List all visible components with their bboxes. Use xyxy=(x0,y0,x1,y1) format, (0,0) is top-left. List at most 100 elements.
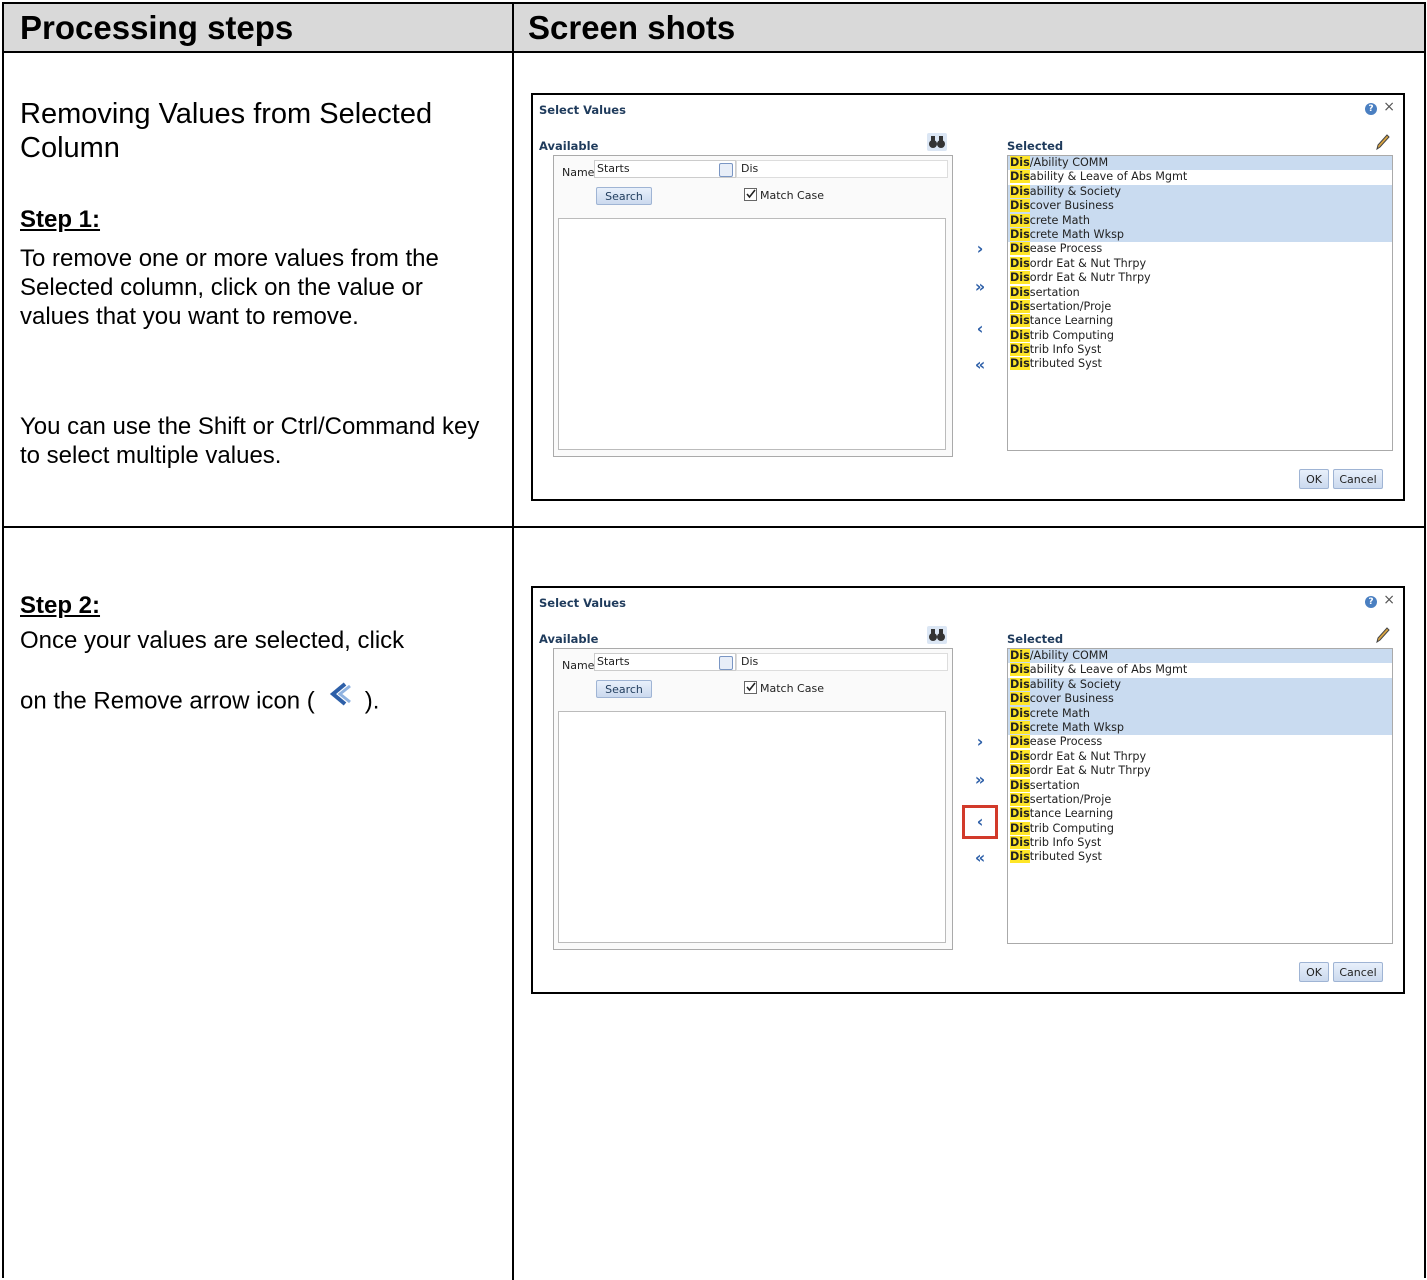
selected-list-item[interactable]: Disability & Leave of Abs Mgmt xyxy=(1008,170,1392,184)
select-values-dialog-1: Select Values ? × Available Selected Nam… xyxy=(531,93,1405,501)
move-all-right-icon[interactable]: » xyxy=(969,277,991,297)
item-label: tance Learning xyxy=(1029,807,1114,821)
chevron-down-icon[interactable] xyxy=(719,163,733,177)
search-button[interactable]: Search xyxy=(596,187,652,205)
available-panel: Name Starts Dis Search Match Case xyxy=(553,155,953,457)
item-label: sertation xyxy=(1029,285,1080,299)
ok-button[interactable]: OK xyxy=(1299,469,1329,489)
match-case-label: Match Case xyxy=(760,189,824,202)
selected-list-item[interactable]: Dissertation xyxy=(1008,778,1392,793)
name-match-select[interactable]: Starts xyxy=(594,160,736,178)
selected-list-item[interactable]: Disease Process xyxy=(1008,242,1392,256)
available-list[interactable] xyxy=(558,711,946,943)
selected-list-item[interactable]: Discover Business xyxy=(1008,199,1392,214)
selected-list[interactable]: Dis/Ability COMM Disability & Leave of Ab… xyxy=(1007,648,1393,944)
selected-list-item[interactable]: Disordr Eat & Nut Thrpy xyxy=(1008,256,1392,271)
selected-list-item[interactable]: Distance Learning xyxy=(1008,314,1392,328)
selected-list-item[interactable]: Distrib Computing xyxy=(1008,328,1392,343)
selected-label: Selected xyxy=(1007,632,1064,646)
name-match-select[interactable]: Starts xyxy=(594,653,736,671)
selected-list-item[interactable]: Disordr Eat & Nutr Thrpy xyxy=(1008,764,1392,778)
remove-icon[interactable]: ‹ xyxy=(969,319,991,339)
column-divider xyxy=(512,4,514,1280)
selected-list-item[interactable]: Dis/Ability COMM xyxy=(1008,649,1392,664)
selected-list-item[interactable]: Discrete Math Wksp xyxy=(1008,720,1392,736)
remove-all-icon[interactable]: « xyxy=(969,848,991,868)
move-right-icon[interactable]: › xyxy=(969,239,991,259)
selected-list-item[interactable]: Dis/Ability COMM xyxy=(1008,156,1392,171)
selected-list-item[interactable]: Disease Process xyxy=(1008,735,1392,749)
move-right-icon[interactable]: › xyxy=(969,732,991,752)
header-screen-shots: Screen shots xyxy=(528,9,736,46)
match-highlight: Dis xyxy=(1010,170,1030,184)
match-highlight: Dis xyxy=(1010,299,1030,313)
item-label: ordr Eat & Nut Thrpy xyxy=(1029,749,1147,763)
remove-all-icon[interactable]: « xyxy=(969,355,991,375)
selected-list-item[interactable]: Disordr Eat & Nutr Thrpy xyxy=(1008,271,1392,285)
selected-label: Selected xyxy=(1007,139,1064,153)
ok-button[interactable]: OK xyxy=(1299,962,1329,982)
available-panel: Name Starts Dis Search Match Case xyxy=(553,648,953,950)
selected-list-item[interactable]: Discover Business xyxy=(1008,692,1392,707)
item-label: cover Business xyxy=(1029,692,1114,706)
selected-list-item[interactable]: Distance Learning xyxy=(1008,807,1392,821)
binoculars-icon[interactable] xyxy=(927,626,947,644)
match-highlight: Dis xyxy=(1010,649,1030,662)
match-highlight: Dis xyxy=(1010,256,1030,270)
close-icon[interactable]: × xyxy=(1383,592,1395,608)
selected-list-item[interactable]: Distributed Syst xyxy=(1008,357,1392,371)
selected-list-item[interactable]: Discrete Math Wksp xyxy=(1008,227,1392,243)
selected-list-item[interactable]: Disability & Society xyxy=(1008,677,1392,693)
item-label: tributed Syst xyxy=(1029,357,1102,371)
available-list[interactable] xyxy=(558,218,946,450)
item-label: ability & Society xyxy=(1029,677,1122,691)
help-icon[interactable]: ? xyxy=(1365,596,1377,608)
match-highlight: Dis xyxy=(1010,213,1030,227)
match-case-checkbox[interactable] xyxy=(744,188,757,201)
match-highlight: Dis xyxy=(1010,242,1030,256)
selected-list-item[interactable]: Distributed Syst xyxy=(1008,850,1392,864)
remove-icon-highlight-box xyxy=(962,805,998,839)
selected-list-item[interactable]: Discrete Math xyxy=(1008,706,1392,721)
close-icon[interactable]: × xyxy=(1383,99,1395,115)
search-input[interactable]: Dis xyxy=(736,160,948,178)
chevron-down-icon[interactable] xyxy=(719,656,733,670)
cancel-button[interactable]: Cancel xyxy=(1333,962,1383,982)
search-button[interactable]: Search xyxy=(596,680,652,698)
selected-list-item[interactable]: Disability & Society xyxy=(1008,184,1392,200)
name-match-value: Starts xyxy=(597,655,630,668)
match-highlight: Dis xyxy=(1010,663,1030,677)
selected-list-item[interactable]: Discrete Math xyxy=(1008,213,1392,228)
selected-list-item[interactable]: Dissertation/Proje xyxy=(1008,299,1392,314)
match-highlight: Dis xyxy=(1010,314,1030,328)
selected-list-item[interactable]: Distrib Info Syst xyxy=(1008,343,1392,357)
search-input[interactable]: Dis xyxy=(736,653,948,671)
item-label: sertation/Proje xyxy=(1029,299,1112,313)
section-title: Removing Values from Selected Column xyxy=(20,98,433,164)
cancel-button[interactable]: Cancel xyxy=(1333,469,1383,489)
selected-list-item[interactable]: Distrib Computing xyxy=(1008,821,1392,836)
item-label: ability & Society xyxy=(1029,184,1122,198)
pencil-icon[interactable] xyxy=(1375,133,1391,151)
selected-list-item[interactable]: Disordr Eat & Nut Thrpy xyxy=(1008,749,1392,764)
binoculars-icon[interactable] xyxy=(927,133,947,151)
match-highlight: Dis xyxy=(1010,285,1030,299)
selected-list-item[interactable]: Dissertation xyxy=(1008,285,1392,300)
selected-list[interactable]: Dis/Ability COMM Disability & Leave of Ab… xyxy=(1007,155,1393,451)
selected-list-item[interactable]: Distrib Info Syst xyxy=(1008,836,1392,850)
pencil-icon[interactable] xyxy=(1375,626,1391,644)
match-highlight: Dis xyxy=(1010,328,1030,342)
dialog-title: Select Values xyxy=(539,596,626,610)
item-label: sertation xyxy=(1029,778,1080,792)
item-label: ability & Leave of Abs Mgmt xyxy=(1029,170,1188,184)
item-label: crete Math Wksp xyxy=(1029,720,1125,734)
move-all-right-icon[interactable]: » xyxy=(969,770,991,790)
selected-list-item[interactable]: Dissertation/Proje xyxy=(1008,792,1392,807)
dialog-title: Select Values xyxy=(539,103,626,117)
match-case-checkbox[interactable] xyxy=(744,681,757,694)
help-icon[interactable]: ? xyxy=(1365,103,1377,115)
item-label: tance Learning xyxy=(1029,314,1114,328)
item-label: crete Math xyxy=(1029,213,1090,227)
selected-list-item[interactable]: Disability & Leave of Abs Mgmt xyxy=(1008,663,1392,677)
item-label: sertation/Proje xyxy=(1029,792,1112,806)
